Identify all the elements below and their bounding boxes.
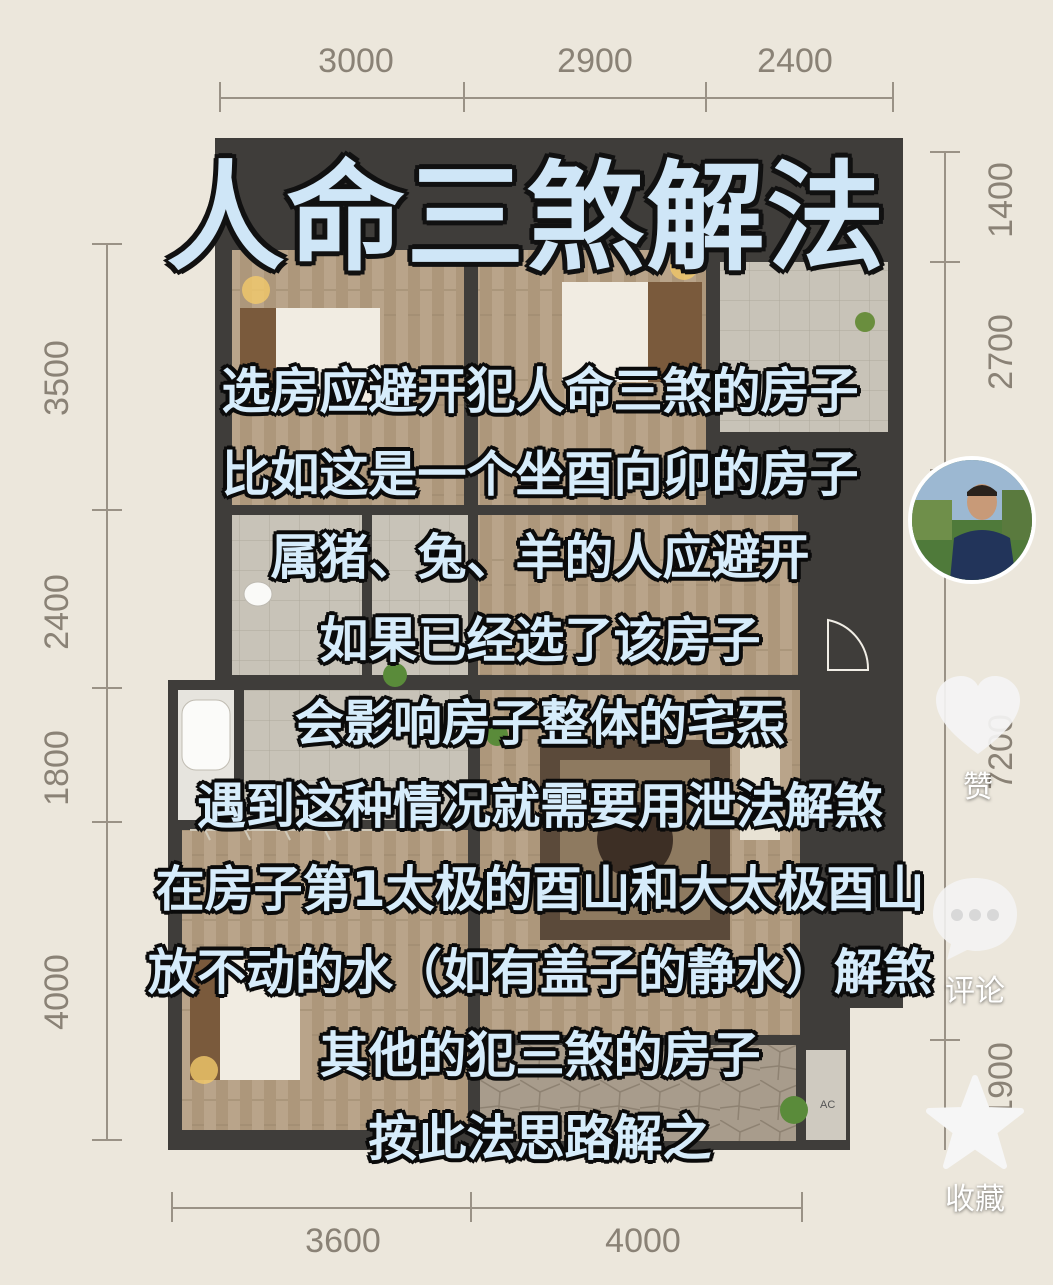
comment-button[interactable]: 评论 <box>915 872 1035 1010</box>
caption-line: 属猪、兔、羊的人应避开 <box>270 529 810 586</box>
caption-line: 其他的犯三煞的房子 <box>319 1027 761 1084</box>
avatar-image <box>912 460 1032 580</box>
caption-line: 放不动的水（如有盖子的静水）解煞 <box>147 944 932 1001</box>
caption-line: 如果已经选了该房子 <box>319 612 761 669</box>
comment-bubble-icon <box>933 878 1017 960</box>
caption-block: 选房应避开犯人命三煞的房子 比如这是一个坐酉向卯的房子 属猪、兔、羊的人应避开 … <box>60 350 1020 1180</box>
star-icon <box>926 1075 1024 1169</box>
caption-line: 遇到这种情况就需要用泄法解煞 <box>196 778 883 835</box>
like-label: 赞 <box>963 770 993 805</box>
dim-bottom-2: 4000 <box>605 1222 681 1260</box>
caption-line: 选房应避开犯人命三煞的房子 <box>221 363 859 420</box>
dim-bottom-1: 3600 <box>305 1222 381 1260</box>
caption-line: 会影响房子整体的宅炁 <box>294 695 785 752</box>
heart-icon <box>936 676 1020 754</box>
video-title: 人命三煞解法 <box>164 147 887 290</box>
caption-line: 比如这是一个坐酉向卯的房子 <box>221 446 859 503</box>
comment-label: 评论 <box>945 974 1005 1009</box>
like-button[interactable]: 赞 <box>918 672 1038 806</box>
dim-top-1: 3000 <box>318 42 394 80</box>
author-avatar[interactable] <box>908 456 1036 584</box>
caption-line: 按此法思路解之 <box>368 1110 712 1167</box>
favorite-label: 收藏 <box>945 1182 1005 1217</box>
dim-top-3: 2400 <box>757 42 833 80</box>
favorite-button[interactable]: 收藏 <box>915 1074 1035 1218</box>
dim-top-2: 2900 <box>557 42 633 80</box>
caption-line: 在房子第1太极的酉山和大太极酉山 <box>155 861 925 918</box>
video-frame: AC 3000 2900 2400 3600 4000 3500 2400 18… <box>0 0 1053 1285</box>
